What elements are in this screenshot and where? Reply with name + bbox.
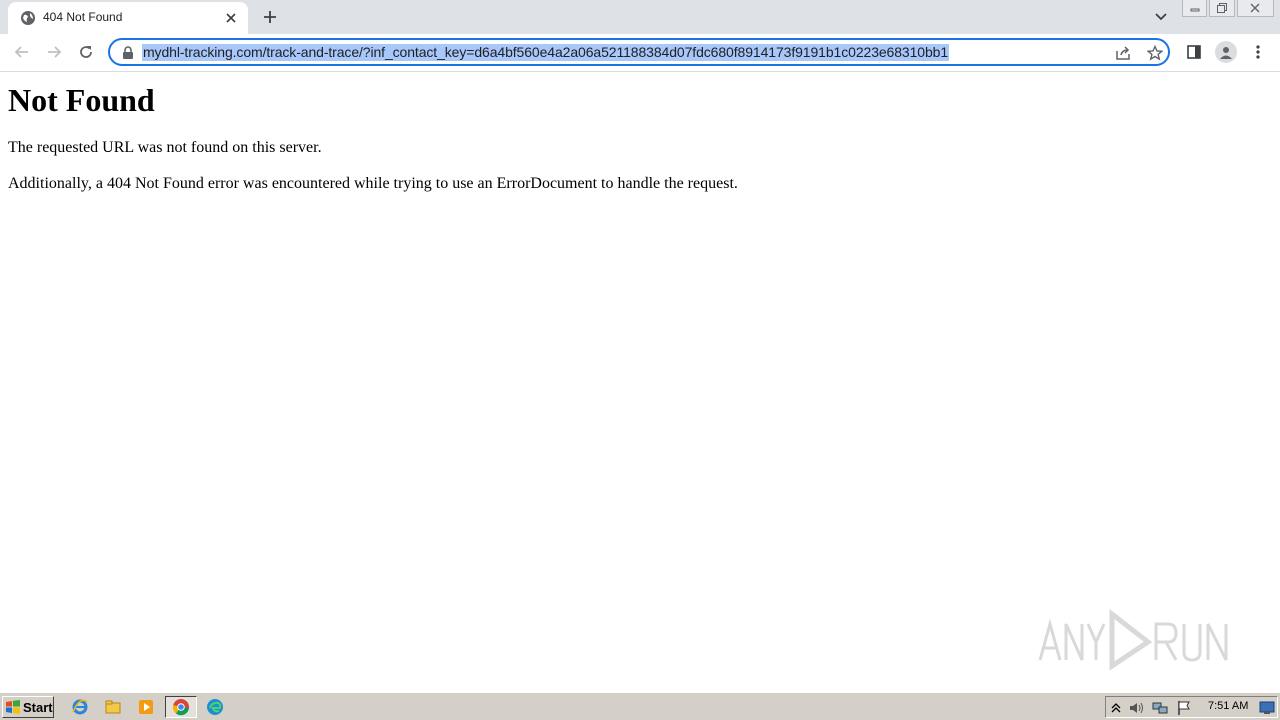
- tab-title: 404 Not Found: [43, 10, 123, 24]
- tab-404-not-found[interactable]: 404 Not Found: [8, 2, 248, 34]
- new-tab-button[interactable]: [260, 8, 280, 26]
- profile-button[interactable]: [1215, 41, 1237, 63]
- network-icon: [1152, 702, 1168, 714]
- minimize-icon: [1190, 8, 1200, 12]
- reload-icon: [80, 46, 92, 58]
- tab-strip: 404 Not Found: [0, 0, 1280, 34]
- arrow-left-icon: [14, 46, 28, 58]
- star-icon: [1147, 45, 1163, 61]
- more-vertical-icon: [1256, 45, 1260, 59]
- file-explorer-icon: [105, 700, 121, 714]
- window-controls: [1182, 0, 1276, 18]
- network-button[interactable]: [1152, 700, 1168, 716]
- restore-button[interactable]: [1209, 0, 1235, 17]
- tab-close-icon[interactable]: [223, 10, 239, 26]
- bookmark-button[interactable]: [1146, 44, 1164, 62]
- windows-logo-icon: [6, 700, 20, 714]
- media-player-button[interactable]: [134, 696, 158, 718]
- anyrun-watermark-logo: [1038, 608, 1228, 670]
- avatar-icon: [1220, 47, 1232, 59]
- volume-button[interactable]: [1128, 700, 1144, 716]
- page-content: Not Found The requested URL was not foun…: [0, 72, 1280, 692]
- close-window-button[interactable]: [1236, 0, 1274, 17]
- forward-button[interactable]: [44, 42, 64, 62]
- url-text[interactable]: mydhl-tracking.com/track-and-trace/?inf_…: [142, 44, 950, 61]
- minimize-button[interactable]: [1182, 0, 1208, 17]
- restore-icon: [1217, 3, 1228, 13]
- start-label: Start: [23, 699, 53, 715]
- side-panel-button[interactable]: [1184, 42, 1204, 62]
- error-detail: Additionally, a 404 Not Found error was …: [8, 175, 738, 192]
- taskbar: Start 7:51 AM: [0, 692, 1280, 720]
- back-button[interactable]: [12, 42, 32, 62]
- page-title: Not Found: [8, 82, 155, 118]
- file-explorer-button[interactable]: [101, 696, 125, 718]
- chrome-icon: [172, 699, 189, 716]
- lock-icon[interactable]: [122, 46, 134, 60]
- start-button[interactable]: Start: [2, 696, 54, 718]
- internet-explorer-icon: [72, 699, 88, 715]
- speaker-icon: [1130, 702, 1143, 714]
- tab-search-button[interactable]: [1152, 8, 1170, 26]
- chevron-up-icon: [1111, 703, 1121, 713]
- system-tray: 7:51 AM: [1105, 696, 1278, 718]
- edge-icon: [207, 699, 223, 715]
- plus-icon: [264, 11, 276, 23]
- show-desktop-button[interactable]: [1259, 700, 1275, 716]
- share-icon: [1116, 46, 1130, 60]
- chrome-taskbar-button[interactable]: [165, 696, 197, 718]
- media-player-icon: [139, 700, 153, 714]
- globe-icon: [21, 11, 35, 25]
- share-button[interactable]: [1114, 44, 1132, 62]
- internet-explorer-button[interactable]: [68, 696, 92, 718]
- action-center-button[interactable]: [1176, 700, 1192, 716]
- error-message: The requested URL was not found on this …: [8, 139, 322, 156]
- chevron-down-icon: [1155, 13, 1167, 21]
- reload-button[interactable]: [76, 42, 96, 62]
- edge-button[interactable]: [203, 696, 227, 718]
- close-icon: [1250, 3, 1260, 13]
- desktop-icon: [1259, 701, 1275, 714]
- show-hidden-icons-button[interactable]: [1108, 700, 1124, 716]
- side-panel-icon: [1187, 45, 1201, 59]
- arrow-right-icon: [48, 46, 62, 58]
- clock[interactable]: 7:51 AM: [1208, 700, 1248, 712]
- menu-button[interactable]: [1248, 42, 1268, 62]
- browser-toolbar: mydhl-tracking.com/track-and-trace/?inf_…: [0, 34, 1280, 72]
- address-bar[interactable]: mydhl-tracking.com/track-and-trace/?inf_…: [108, 38, 1170, 66]
- flag-icon: [1178, 701, 1190, 715]
